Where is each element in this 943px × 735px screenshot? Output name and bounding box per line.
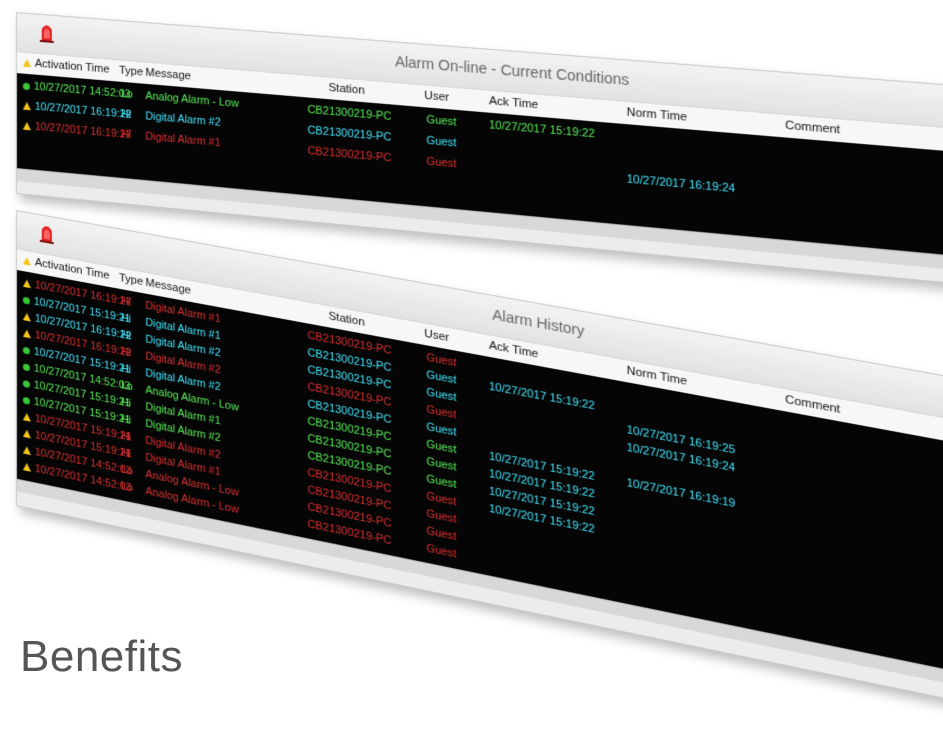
status-dot-icon [22,362,30,372]
warning-icon [22,412,31,422]
station-cell: CB21300219-PC [307,144,392,165]
benefits-caption: Benefits [20,632,183,681]
status-dot-icon [22,396,30,405]
status-dot-icon [22,296,30,305]
column-user[interactable]: User [424,90,449,105]
type-cell: Hi [121,311,132,326]
type-cell: Hi [121,328,132,343]
type-cell: Hi [121,412,132,427]
warning-icon [22,429,31,439]
column-station[interactable]: Station [329,82,365,97]
warning-icon [22,329,31,339]
warning-icon [22,121,31,131]
warning-icon [22,101,31,111]
station-cell: CB21300219-PC [307,103,392,124]
status-dot-icon [22,82,30,90]
type-cell: Hi [121,362,132,377]
type-cell: Hi [121,108,132,122]
column-type[interactable]: Type [119,272,143,288]
warning-icon [22,279,31,289]
user-cell: Guest [426,113,457,129]
message-cell: Digital Alarm #1 [145,130,221,150]
type-cell: Hi [121,128,132,142]
warning-icon [22,462,31,472]
type-cell: Hi [121,295,132,309]
warning-icon [22,256,31,266]
user-cell: Guest [426,134,457,150]
ack-time-cell: 10/27/2017 15:19:22 [489,118,595,141]
message-cell: Analog Alarm - Low [145,89,239,111]
warning-icon [22,312,31,322]
status-dot-icon [22,379,30,388]
warning-icon [22,58,31,68]
type-cell: Lo [121,87,133,102]
type-cell: Lo [121,379,133,394]
column-comment[interactable]: Comment [785,119,840,137]
screenshot-stage: Alarm On-line - Current Conditions Activ… [0,0,943,735]
column-user[interactable]: User [424,328,449,345]
column-ack-time[interactable]: Ack Time [489,95,538,112]
column-activation-time[interactable]: Activation Time [22,57,110,76]
user-cell: Guest [426,542,457,561]
type-cell: Lo [121,463,133,478]
message-cell: Digital Alarm #2 [145,110,221,129]
warning-icon [22,445,31,456]
type-cell: Hi [121,345,132,360]
column-norm-time[interactable]: Norm Time [627,106,687,124]
type-cell: Lo [121,480,133,495]
activation-time-cell: 10/27/2017 14:52:03 [22,80,131,101]
type-cell: Hi [121,396,132,410]
station-cell: CB21300219-PC [307,124,392,144]
column-station[interactable]: Station [329,310,365,329]
type-cell: Hi [121,429,132,444]
column-message[interactable]: Message [145,67,191,83]
user-cell: Guest [426,155,457,171]
column-type[interactable]: Type [119,64,143,78]
type-cell: Hi [121,446,132,461]
status-dot-icon [22,346,30,355]
